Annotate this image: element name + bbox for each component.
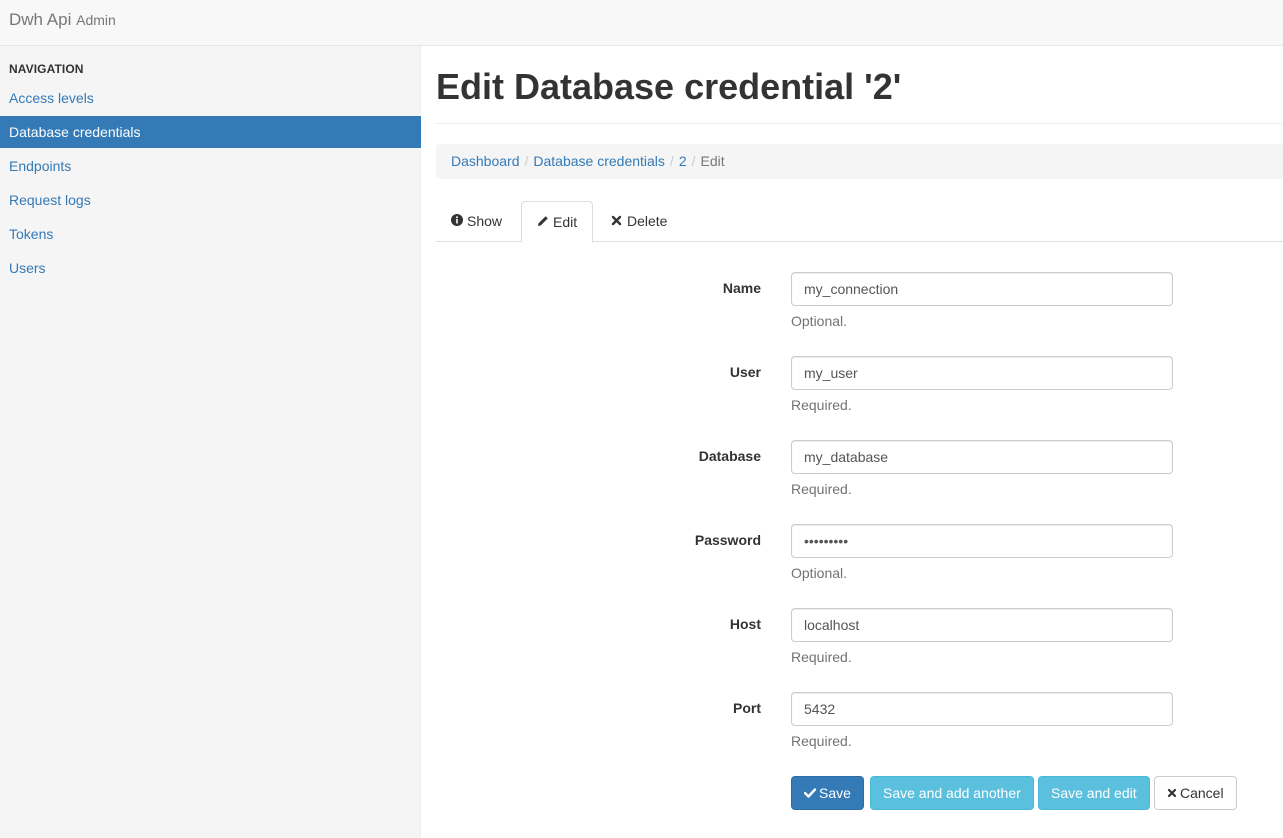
database-help: Required. xyxy=(791,481,852,497)
breadcrumb-database-credentials[interactable]: Database credentials xyxy=(533,153,665,169)
page-title: Edit Database credential '2' xyxy=(436,66,902,107)
action-tabs: Show Edit Delete xyxy=(436,201,1283,243)
cancel-button-label: Cancel xyxy=(1180,785,1224,801)
pencil-icon xyxy=(537,203,551,243)
save-and-add-another-button[interactable]: Save and add another xyxy=(870,776,1034,810)
breadcrumb-record[interactable]: 2 xyxy=(679,153,687,169)
cancel-button[interactable]: Cancel xyxy=(1154,776,1237,810)
password-help: Optional. xyxy=(791,565,848,581)
password-input[interactable] xyxy=(791,524,1173,558)
tab-show[interactable]: Show xyxy=(436,201,517,242)
tab-edit[interactable]: Edit xyxy=(521,201,594,243)
name-help: Optional. xyxy=(791,313,848,329)
sidebar-item-endpoints[interactable]: Endpoints xyxy=(0,150,421,182)
times-icon xyxy=(1167,778,1177,810)
database-input[interactable] xyxy=(791,440,1173,474)
host-help: Required. xyxy=(791,649,852,665)
tab-edit-label: Edit xyxy=(553,214,578,230)
name-label: Name xyxy=(722,280,761,296)
user-input[interactable] xyxy=(791,356,1173,390)
times-icon xyxy=(611,202,625,242)
breadcrumb-separator: / xyxy=(524,153,529,169)
nav-header: NAVIGATION xyxy=(9,62,84,76)
tab-show-label: Show xyxy=(467,213,503,229)
save-button[interactable]: Save xyxy=(791,776,864,810)
sidebar-item-access-levels[interactable]: Access levels xyxy=(0,82,421,114)
port-help: Required. xyxy=(791,733,852,749)
breadcrumb: Dashboard / Database credentials/2/Edit xyxy=(436,144,1283,179)
user-help: Required. xyxy=(791,397,852,413)
check-icon xyxy=(803,778,817,810)
breadcrumb-separator: / xyxy=(669,153,674,169)
host-input[interactable] xyxy=(791,608,1173,642)
sidebar: NAVIGATION Access levels Database creden… xyxy=(0,46,421,838)
sidebar-item-users[interactable]: Users xyxy=(0,252,421,284)
breadcrumb-separator: / xyxy=(691,153,696,169)
port-input[interactable] xyxy=(791,692,1173,726)
sidebar-item-request-logs[interactable]: Request logs xyxy=(0,184,421,216)
info-circle-icon xyxy=(451,202,465,242)
password-label: Password xyxy=(694,532,761,548)
title-divider xyxy=(436,123,1283,124)
port-label: Port xyxy=(733,700,761,716)
sidebar-item-database-credentials[interactable]: Database credentials xyxy=(0,116,421,148)
brand-suffix: Admin xyxy=(76,12,116,28)
tab-delete[interactable]: Delete xyxy=(596,201,682,242)
tab-delete-label: Delete xyxy=(627,213,668,229)
brand[interactable]: Dwh Api Admin xyxy=(9,10,116,30)
breadcrumb-current: Edit xyxy=(700,153,725,169)
name-input[interactable] xyxy=(791,272,1173,306)
host-label: Host xyxy=(729,616,761,632)
brand-name: Dwh Api xyxy=(9,10,72,29)
top-navbar: Dwh Api Admin xyxy=(0,0,1283,46)
breadcrumb-dashboard[interactable]: Dashboard xyxy=(451,153,520,169)
save-button-label: Save xyxy=(819,785,851,801)
save-and-edit-button[interactable]: Save and edit xyxy=(1038,776,1150,810)
database-label: Database xyxy=(698,448,761,464)
user-label: User xyxy=(729,364,761,380)
sidebar-item-tokens[interactable]: Tokens xyxy=(0,218,421,250)
